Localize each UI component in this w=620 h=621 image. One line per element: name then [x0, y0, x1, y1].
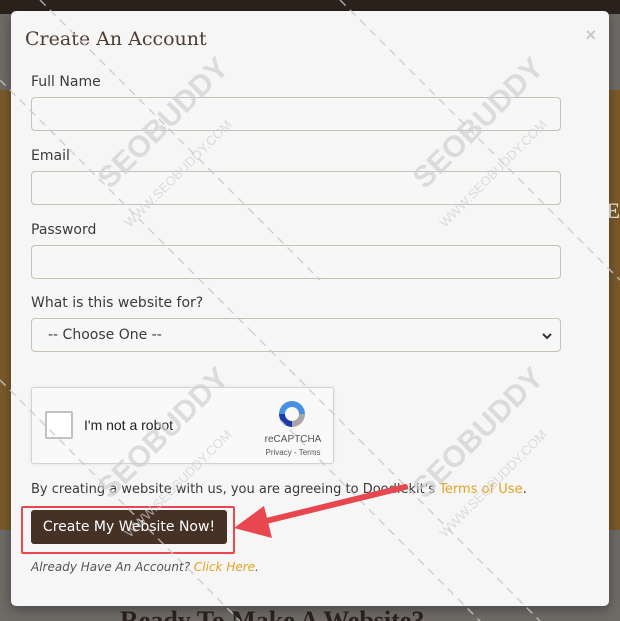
agreement-text: By creating a website with us, you are a… — [31, 482, 527, 497]
create-website-button[interactable]: Create My Website Now! — [31, 510, 227, 544]
chevron-down-icon — [542, 333, 552, 340]
login-prompt: Already Have An Account? Click Here. — [31, 560, 259, 574]
background-heading: Ready To Make A Website? — [120, 606, 425, 621]
agreement-period: . — [522, 482, 527, 497]
recaptcha-links[interactable]: Privacy - Terms — [253, 448, 333, 457]
agreement-sentence: By creating a website with us, you are a… — [31, 482, 440, 497]
full-name-label: Full Name — [31, 74, 101, 90]
email-input[interactable] — [31, 171, 561, 205]
purpose-label: What is this website for? — [31, 295, 204, 311]
password-label: Password — [31, 222, 97, 238]
terms-of-use-link[interactable]: Terms of Use — [439, 482, 522, 497]
purpose-select[interactable]: -- Choose One -- — [31, 318, 561, 352]
recaptcha-label: I'm not a robot — [84, 417, 174, 433]
recaptcha-checkbox[interactable] — [45, 411, 73, 439]
email-label: Email — [31, 148, 70, 164]
close-icon[interactable]: × — [585, 25, 596, 46]
full-name-input[interactable] — [31, 97, 561, 131]
login-prompt-period: . — [255, 560, 259, 574]
password-input[interactable] — [31, 245, 561, 279]
login-prompt-text: Already Have An Account? — [31, 560, 194, 574]
recaptcha-widget: I'm not a robot reCAPTCHA Privacy - Term… — [31, 387, 334, 464]
create-account-modal: Create An Account × Full Name Email Pass… — [11, 11, 609, 606]
modal-title: Create An Account — [25, 28, 207, 50]
recaptcha-brand: reCAPTCHA — [264, 434, 322, 445]
background-right-strip: TE — [591, 90, 620, 530]
purpose-select-value: -- Choose One -- — [48, 327, 162, 343]
login-link[interactable]: Click Here — [194, 560, 255, 574]
recaptcha-logo-icon — [279, 401, 305, 427]
